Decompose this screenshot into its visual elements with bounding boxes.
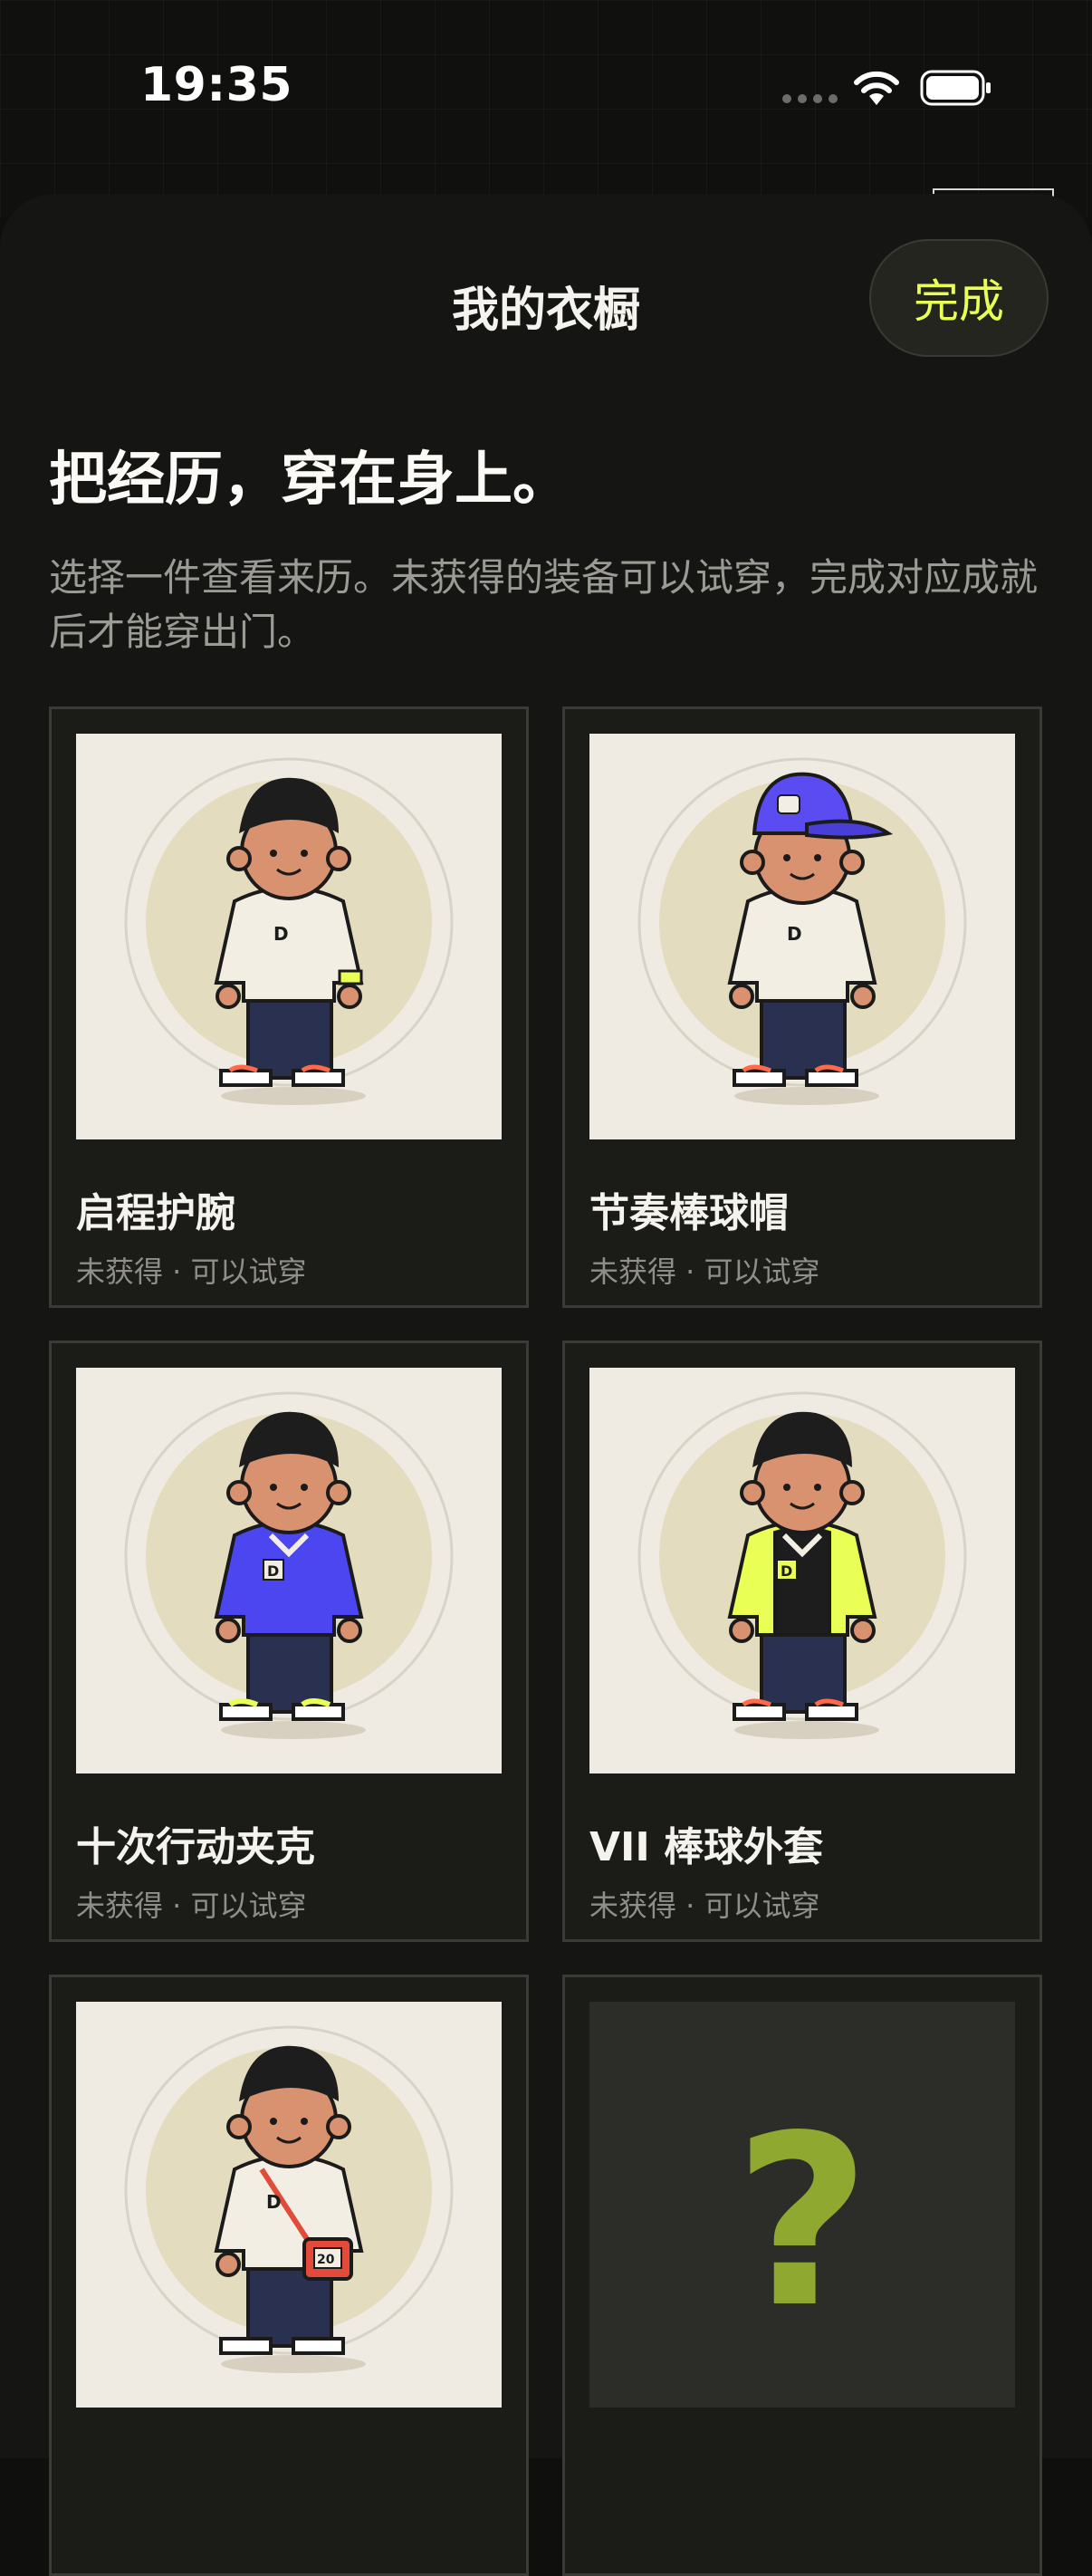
locked-question-icon: ? — [733, 2086, 871, 2360]
blue-jacket-avatar-icon: D — [124, 1391, 454, 1739]
cap-avatar-icon: D — [637, 757, 967, 1105]
item-name: 十次行动夹克 — [76, 1824, 315, 1870]
svg-text:D: D — [267, 1562, 279, 1580]
item-name: 启程护腕 — [76, 1190, 235, 1236]
svg-text:20: 20 — [317, 2253, 335, 2267]
status-time: 19:35 — [140, 58, 293, 112]
varsity-jacket-avatar-icon: D — [637, 1391, 967, 1739]
item-preview: D — [589, 1368, 1015, 1773]
item-status: 未获得 · 可以试穿 — [76, 1254, 307, 1289]
wristband-avatar-icon: D — [124, 757, 454, 1105]
item-preview: D — [589, 734, 1015, 1139]
item-name: VII 棒球外套 — [589, 1824, 824, 1870]
item-preview: D — [76, 1368, 502, 1773]
wardrobe-item-card[interactable]: 20 D — [49, 1975, 529, 2576]
status-bar: 19:35 — [0, 0, 1092, 181]
svg-text:D: D — [787, 923, 802, 945]
wardrobe-item-card[interactable]: D 十次行动夹克 未获得 · 可以试穿 — [49, 1341, 529, 1942]
subtitle: 选择一件查看来历。未获得的装备可以试穿，完成对应成就后才能穿出门。 — [49, 555, 1039, 654]
item-preview-locked: ? — [589, 2002, 1015, 2408]
wardrobe-item-card[interactable]: D 节奏棒球帽 未获得 · 可以试穿 — [562, 706, 1042, 1308]
crossbody-bag-avatar-icon: 20 D — [124, 2025, 454, 2373]
svg-text:D: D — [273, 923, 289, 945]
item-status: 未获得 · 可以试穿 — [589, 1889, 820, 1923]
done-button[interactable]: 完成 — [869, 239, 1049, 357]
item-status: 未获得 · 可以试穿 — [76, 1889, 307, 1923]
svg-text:D: D — [781, 1562, 792, 1580]
item-preview: 20 D — [76, 2002, 502, 2408]
svg-text:D: D — [266, 2191, 282, 2213]
wardrobe-item-card[interactable]: D VII 棒球外套 未获得 · 可以试穿 — [562, 1341, 1042, 1942]
item-status: 未获得 · 可以试穿 — [589, 1254, 820, 1289]
item-name: 节奏棒球帽 — [589, 1190, 789, 1236]
battery-icon — [920, 70, 991, 106]
wifi-icon — [854, 71, 899, 105]
headline: 把经历，穿在身上。 — [49, 447, 570, 514]
cellular-signal-icon — [782, 94, 838, 103]
wardrobe-item-card[interactable]: D 启程护腕 未获得 · 可以试穿 — [49, 706, 529, 1308]
wardrobe-item-card-locked[interactable]: ? — [562, 1975, 1042, 2576]
item-preview: D — [76, 734, 502, 1139]
